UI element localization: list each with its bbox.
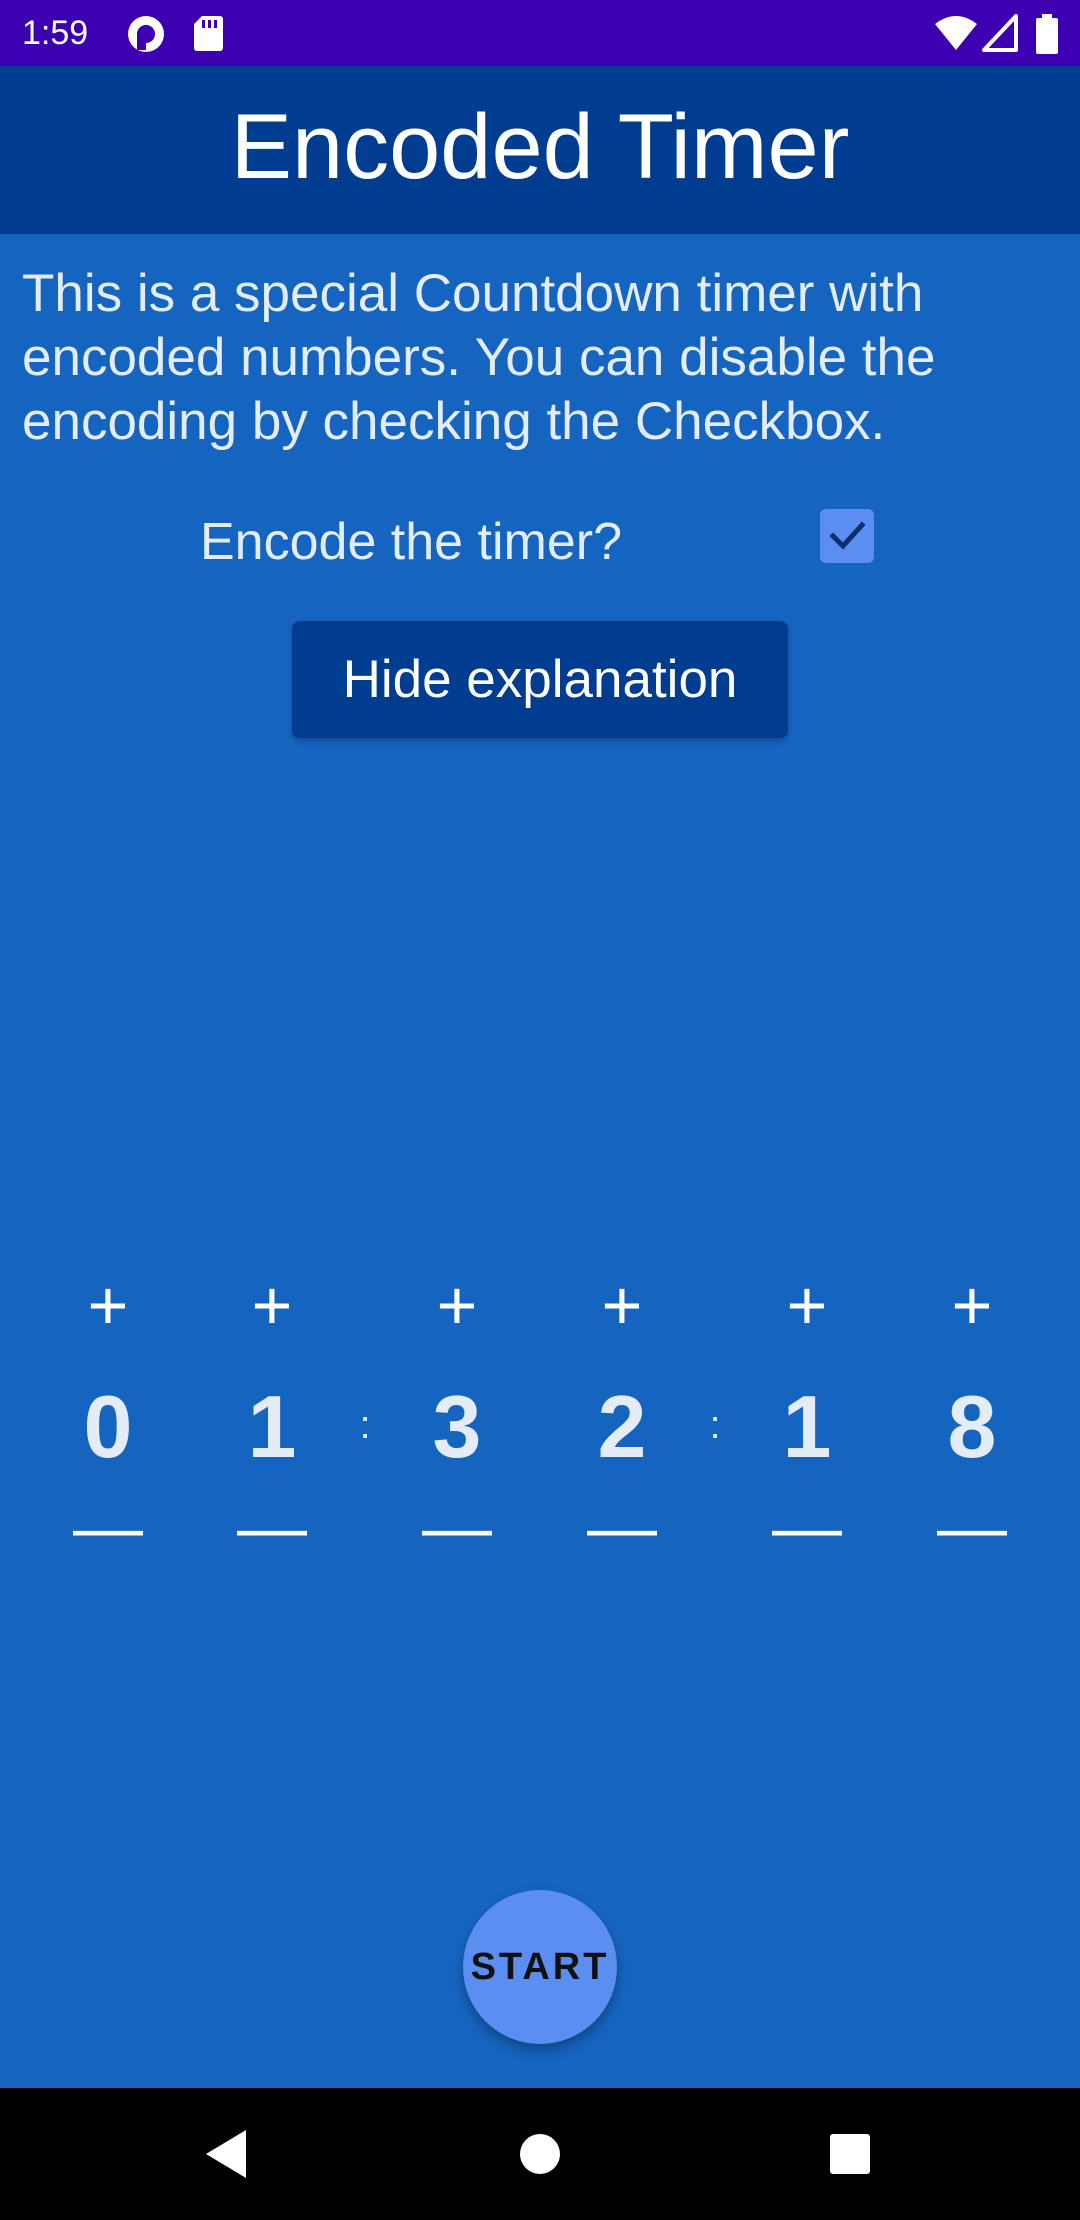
decrement-button[interactable]: — <box>397 1482 517 1572</box>
sd-card-icon <box>192 14 224 57</box>
decrement-button[interactable]: — <box>212 1482 332 1572</box>
increment-button[interactable]: + <box>397 1260 517 1350</box>
checkmark-icon <box>829 521 866 550</box>
decrement-button[interactable]: — <box>747 1482 867 1572</box>
timer-digit-column-2: + 1 — <box>212 1260 332 1566</box>
decrement-button[interactable]: — <box>562 1482 682 1572</box>
status-time: 1:59 <box>22 14 89 52</box>
timer-separator: : <box>359 1403 371 1447</box>
timer-digit-column-1: + 0 — <box>48 1260 168 1566</box>
home-icon[interactable] <box>519 2128 561 2185</box>
increment-button[interactable]: + <box>48 1260 168 1350</box>
timer-digit: 0 <box>83 1377 133 1476</box>
timer-digit-column-3: + 3 — <box>397 1260 517 1566</box>
recents-icon[interactable] <box>828 2128 872 2185</box>
timer-digit-column-6: + 8 — <box>912 1260 1032 1566</box>
back-icon[interactable] <box>204 2128 248 2185</box>
status-bar: 1:59 <box>0 0 1080 66</box>
decrement-button[interactable]: — <box>912 1482 1032 1572</box>
pocket-casts-icon <box>126 14 166 59</box>
explanation-text: This is a special Countdown timer with e… <box>22 264 936 451</box>
decrement-button[interactable]: — <box>48 1482 168 1572</box>
timer-digit: 3 <box>432 1377 482 1476</box>
encode-label: Encode the timer? <box>200 513 623 571</box>
timer-digit-column-5: + 1 — <box>747 1260 867 1566</box>
increment-button[interactable]: + <box>912 1260 1032 1350</box>
timer-digit: 1 <box>782 1377 832 1476</box>
hide-explanation-button[interactable]: Hide explanation <box>292 621 788 738</box>
timer-digit-column-4: + 2 — <box>562 1260 682 1566</box>
increment-button[interactable]: + <box>747 1260 867 1350</box>
timer-digit: 1 <box>247 1377 297 1476</box>
timer-digit: 2 <box>597 1377 647 1476</box>
app-title: Encoded Timer <box>230 96 850 198</box>
wifi-icon <box>934 14 978 57</box>
start-button[interactable]: START <box>463 1890 617 2044</box>
battery-icon <box>1036 14 1058 59</box>
navigation-bar <box>0 2088 1080 2220</box>
increment-button[interactable]: + <box>212 1260 332 1350</box>
signal-icon <box>982 14 1018 57</box>
increment-button[interactable]: + <box>562 1260 682 1350</box>
timer-digit: 8 <box>947 1377 997 1476</box>
encode-checkbox[interactable] <box>820 509 874 563</box>
app-bar: Encoded Timer <box>0 66 1080 234</box>
timer-separator: : <box>709 1403 721 1447</box>
